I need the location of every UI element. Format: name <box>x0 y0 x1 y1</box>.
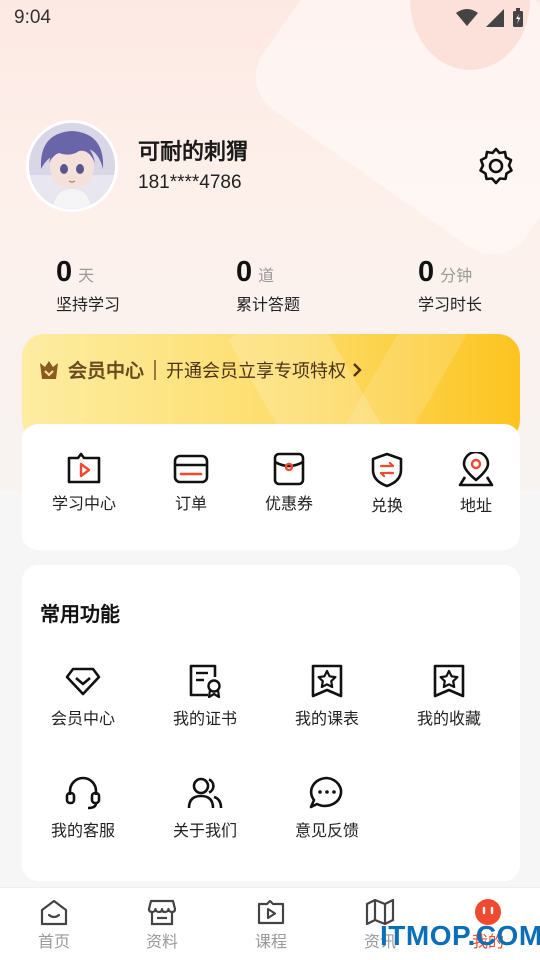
quick-label: 优惠券 <box>264 494 313 513</box>
settings-gear-icon[interactable] <box>476 146 516 186</box>
video-icon <box>257 899 285 925</box>
quick-study-center[interactable]: 学习中心 <box>36 452 132 514</box>
tab-courses[interactable]: 课程 <box>231 898 311 952</box>
func-label: 会员中心 <box>50 709 115 728</box>
headset-icon <box>65 776 101 810</box>
chat-bubble-icon <box>309 776 343 809</box>
stat-unit: 天 <box>78 266 95 285</box>
certificate-icon <box>189 664 221 699</box>
status-bar: 9:04 <box>0 0 540 36</box>
func-my-schedule[interactable]: 我的课表 <box>272 663 382 729</box>
quick-label: 兑换 <box>370 496 403 515</box>
tab-materials[interactable]: 资料 <box>122 898 202 952</box>
func-label: 我的证书 <box>172 709 237 728</box>
stat-label: 累计答题 <box>236 295 301 314</box>
stat-value: 0 <box>418 256 435 288</box>
quick-actions-card: 学习中心 订单 优惠券 兑换 地址 <box>22 424 520 550</box>
status-time: 9:04 <box>14 7 51 28</box>
stat-value: 0 <box>56 256 73 288</box>
location-icon <box>458 452 494 487</box>
home-icon <box>40 899 68 926</box>
tab-label: 首页 <box>37 932 70 951</box>
func-label: 关于我们 <box>172 821 237 840</box>
section-title: 常用功能 <box>40 602 120 626</box>
card-icon <box>173 454 209 484</box>
wifi-icon <box>456 9 478 26</box>
users-icon <box>187 777 223 809</box>
quick-exchange[interactable]: 兑换 <box>339 452 435 516</box>
stat-study-time[interactable]: 0 分钟 学习时长 <box>418 256 540 315</box>
quick-address[interactable]: 地址 <box>428 452 524 516</box>
func-my-favorites[interactable]: 我的收藏 <box>394 663 504 729</box>
signal-icon <box>486 9 504 27</box>
func-label: 我的课表 <box>294 709 359 728</box>
func-label: 我的客服 <box>50 821 115 840</box>
func-feedback[interactable]: 意见反馈 <box>272 775 382 841</box>
func-about-us[interactable]: 关于我们 <box>150 775 260 841</box>
vip-crown-icon <box>40 360 58 379</box>
star-bookmark-icon <box>433 664 465 698</box>
vip-title: 会员中心 <box>68 360 145 382</box>
store-icon <box>147 899 177 926</box>
quick-label: 地址 <box>459 496 492 515</box>
quick-coupons[interactable]: 优惠券 <box>241 452 337 514</box>
phone-number: 181****4786 <box>138 172 242 193</box>
divider <box>154 359 157 380</box>
func-label: 意见反馈 <box>294 821 359 840</box>
func-vip-center[interactable]: 会员中心 <box>28 663 138 729</box>
stat-study-days[interactable]: 0天 坚持学习 <box>56 256 196 315</box>
quick-label: 订单 <box>174 494 207 513</box>
stat-unit: 分钟 <box>440 266 473 285</box>
tab-label: 课程 <box>254 932 287 951</box>
play-square-icon <box>67 452 101 484</box>
status-icons <box>456 8 524 28</box>
stat-value: 0 <box>236 256 253 288</box>
func-label: 我的收藏 <box>416 709 481 728</box>
tab-label: 资料 <box>145 932 178 951</box>
func-certificates[interactable]: 我的证书 <box>150 663 260 729</box>
stat-answered[interactable]: 0道 累计答题 <box>236 256 376 315</box>
stat-label: 学习时长 <box>418 295 483 314</box>
star-bookmark-icon <box>311 664 343 698</box>
username: 可耐的刺猬 <box>138 140 249 165</box>
quick-orders[interactable]: 订单 <box>143 452 239 514</box>
avatar[interactable] <box>26 120 118 212</box>
avatar-image <box>29 123 115 209</box>
exchange-shield-icon <box>371 452 403 488</box>
battery-icon <box>513 8 523 27</box>
diamond-icon <box>65 667 101 696</box>
func-customer-service[interactable]: 我的客服 <box>28 775 138 841</box>
stat-label: 坚持学习 <box>56 295 121 314</box>
quick-label: 学习中心 <box>51 494 116 513</box>
watermark: ITMOP.COM <box>380 920 540 951</box>
stat-unit: 道 <box>258 266 275 285</box>
coupon-icon <box>273 452 305 486</box>
chevron-right-icon <box>353 362 362 377</box>
tab-home[interactable]: 首页 <box>14 898 94 952</box>
common-functions-card: 常用功能 会员中心 我的证书 我的课表 我的收藏 我的客服 关于我们 意见反馈 <box>22 565 520 881</box>
vip-subtitle: 开通会员立享专项特权 <box>166 360 347 382</box>
